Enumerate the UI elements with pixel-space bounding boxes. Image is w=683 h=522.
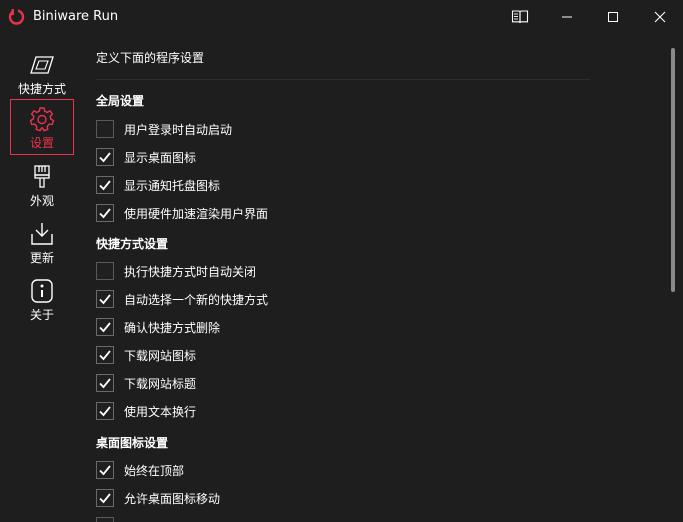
app-logo-icon	[8, 8, 25, 25]
checkbox[interactable]	[96, 517, 114, 522]
gear-icon	[29, 107, 55, 132]
brush-icon	[34, 165, 50, 188]
minimize-button[interactable]	[544, 0, 590, 34]
checkmark-icon	[99, 350, 111, 361]
close-icon	[654, 11, 666, 23]
nav-item-settings[interactable]: 设置	[10, 99, 74, 155]
checkbox[interactable]	[96, 461, 114, 479]
checkbox[interactable]	[96, 120, 114, 138]
section-title-shortcuts: 快捷方式设置	[96, 237, 169, 251]
checkmark-icon	[99, 294, 111, 305]
nav-item-update[interactable]: 更新	[10, 215, 74, 271]
page-description: 定义下面的程序设置	[96, 51, 205, 65]
sidebar: 快捷方式 设置 外观 更新 关于	[0, 34, 84, 522]
checkbox[interactable]	[96, 374, 114, 392]
option-label: 下载网站图标	[124, 348, 197, 363]
option-label: 允许桌面图标移动	[124, 491, 221, 506]
maximize-icon	[608, 12, 618, 22]
option-label: 始终在顶部	[124, 463, 185, 478]
checkbox[interactable]	[96, 290, 114, 308]
option-auto-select-new[interactable]: 自动选择一个新的快捷方式	[96, 289, 268, 309]
nav-item-appearance[interactable]: 外观	[10, 158, 74, 214]
checkmark-icon	[99, 152, 111, 163]
option-label: 自动选择一个新的快捷方式	[124, 292, 269, 307]
scrollbar-thumb[interactable]	[671, 48, 675, 292]
option-hardware-acceleration[interactable]: 使用硬件加速渲染用户界面	[96, 203, 268, 223]
option-allow-move[interactable]: 允许桌面图标移动	[96, 488, 220, 508]
nav-label-appearance: 外观	[29, 194, 54, 208]
option-show-tray-icon[interactable]: 显示通知托盘图标	[96, 175, 220, 195]
option-label: 下载网站标题	[124, 376, 197, 391]
section-title-desktop-icon: 桌面图标设置	[96, 436, 169, 450]
option-always-on-top[interactable]: 始终在顶部	[96, 460, 184, 480]
checkmark-icon	[99, 465, 111, 476]
nav-label-about: 关于	[29, 308, 54, 322]
divider	[96, 79, 590, 80]
checkbox[interactable]	[96, 262, 114, 280]
info-icon	[31, 279, 53, 303]
option-auto-start[interactable]: 用户登录时自动启动	[96, 119, 232, 139]
window-title: Biniware Run	[33, 9, 119, 24]
option-show-desktop-icon[interactable]: 显示桌面图标	[96, 147, 196, 167]
option-text-wrap[interactable]: 使用文本换行	[96, 401, 196, 421]
checkbox[interactable]	[96, 204, 114, 222]
option-label: 显示桌面图标	[124, 150, 197, 165]
checkbox[interactable]	[96, 489, 114, 507]
option-download-favicon[interactable]: 下载网站图标	[96, 345, 196, 365]
nav-label-settings: 设置	[29, 136, 54, 150]
settings-panel: 定义下面的程序设置 全局设置 用户登录时自动启动 显示桌面图标 显示通知托盘图标…	[84, 34, 670, 522]
close-button[interactable]	[637, 0, 683, 34]
nav-label-update: 更新	[29, 251, 54, 265]
checkbox[interactable]	[96, 318, 114, 336]
checkmark-icon	[99, 180, 111, 191]
help-button[interactable]	[497, 0, 543, 34]
title-bar: Biniware Run	[0, 0, 683, 34]
nav-label-shortcuts: 快捷方式	[17, 82, 66, 96]
option-label: 执行快捷方式时自动关闭	[124, 264, 257, 279]
checkmark-icon	[99, 208, 111, 219]
option-confirm-delete[interactable]: 确认快捷方式删除	[96, 317, 220, 337]
option-label: 显示通知托盘图标	[124, 178, 221, 193]
option-label: 用户登录时自动启动	[124, 122, 233, 137]
checkmark-icon	[99, 493, 111, 504]
checkbox[interactable]	[96, 402, 114, 420]
checkmark-icon	[99, 322, 111, 333]
option-partial[interactable]	[96, 516, 124, 522]
book-icon	[511, 10, 529, 24]
option-label: 使用硬件加速渲染用户界面	[124, 206, 269, 221]
option-download-title[interactable]: 下载网站标题	[96, 373, 196, 393]
checkbox[interactable]	[96, 148, 114, 166]
shortcut-icon	[30, 56, 54, 74]
download-icon	[31, 223, 53, 245]
minimize-icon	[562, 16, 572, 18]
checkbox[interactable]	[96, 176, 114, 194]
option-label: 使用文本换行	[124, 404, 197, 419]
option-label: 确认快捷方式删除	[124, 320, 221, 335]
nav-item-shortcuts[interactable]: 快捷方式	[10, 46, 74, 102]
option-auto-close[interactable]: 执行快捷方式时自动关闭	[96, 261, 256, 281]
nav-item-about[interactable]: 关于	[10, 272, 74, 328]
maximize-button[interactable]	[590, 0, 636, 34]
checkbox[interactable]	[96, 346, 114, 364]
section-title-global: 全局设置	[96, 94, 145, 108]
checkmark-icon	[99, 378, 111, 389]
checkmark-icon	[99, 406, 111, 417]
